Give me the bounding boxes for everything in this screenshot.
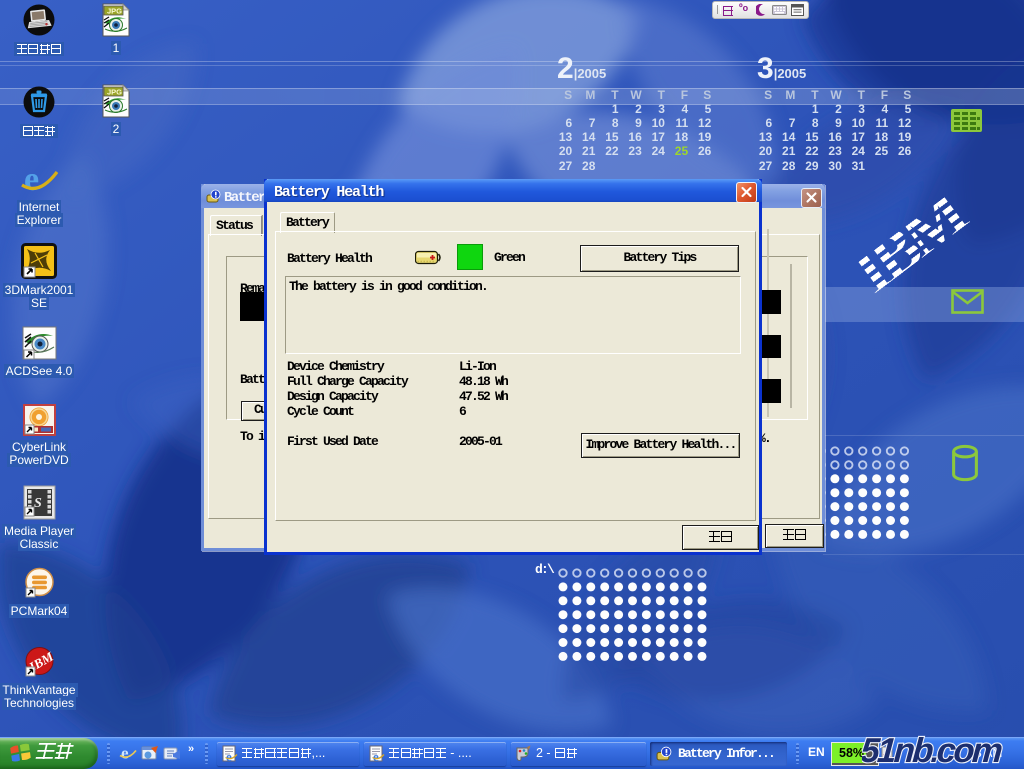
svg-text:e: e — [373, 749, 379, 763]
svg-text:JPG: JPG — [107, 7, 122, 16]
svg-text:e: e — [121, 744, 129, 762]
svg-text:e: e — [226, 749, 232, 763]
svg-text:51nb.com: 51nb.com — [862, 732, 1003, 770]
svg-text:e: e — [24, 162, 39, 196]
svg-text:S: S — [34, 496, 42, 511]
svg-text:JPG: JPG — [107, 88, 122, 97]
